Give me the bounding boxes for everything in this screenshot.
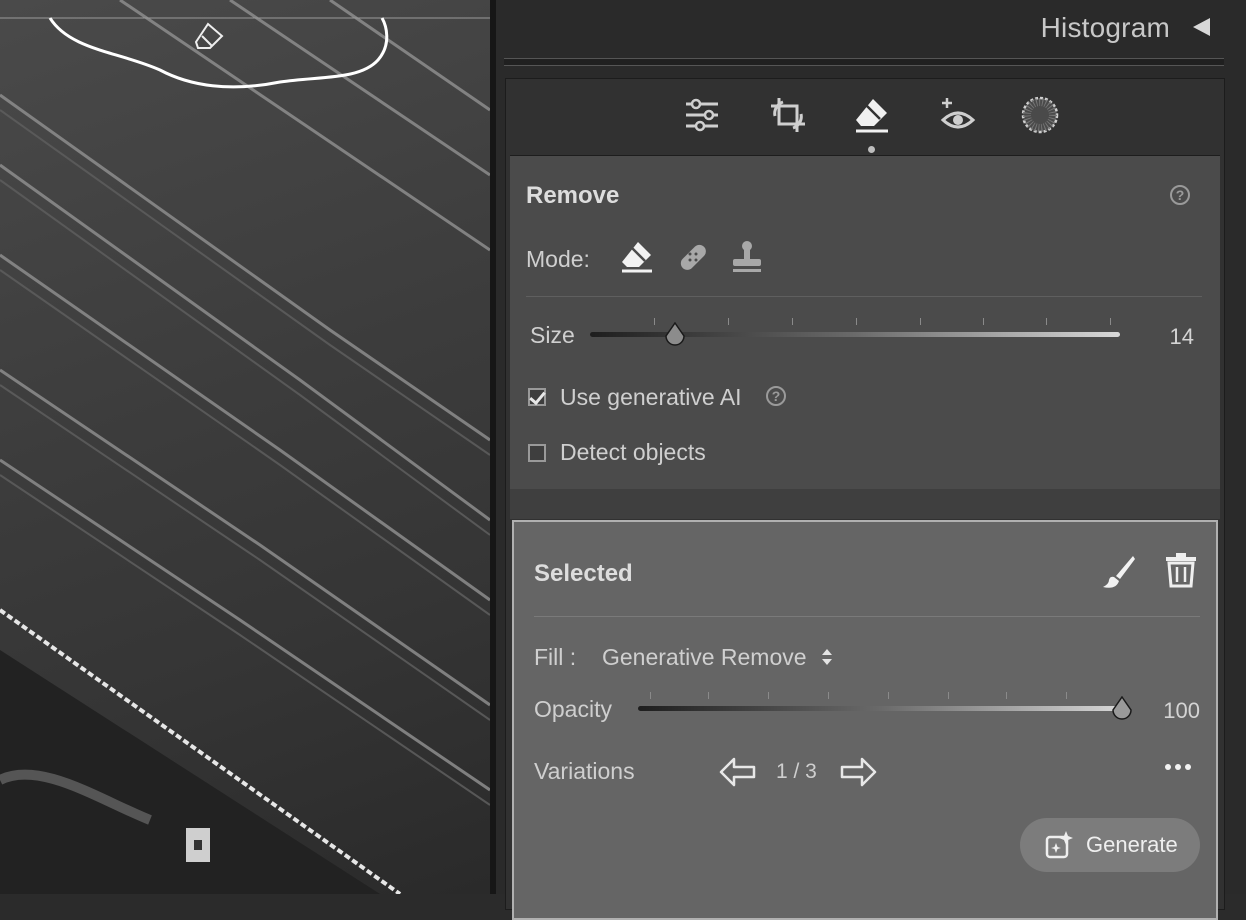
generate-button[interactable]: Generate [1020,818,1200,872]
photo-image [0,0,490,894]
use-ai-label[interactable]: Use generative AI [560,384,742,411]
generate-label: Generate [1086,832,1178,857]
opacity-slider-thumb[interactable] [1111,696,1133,720]
edit-sliders-icon[interactable] [682,95,722,135]
detect-objects-checkbox[interactable] [528,444,546,462]
trash-icon[interactable] [1164,552,1198,588]
active-tool-indicator [868,146,875,153]
divider [534,616,1200,617]
crop-icon[interactable] [768,95,808,135]
remove-section: Remove ? Mode: Size 14 Use generative AI… [510,155,1220,490]
updown-chevron-icon [821,649,832,665]
masking-icon[interactable] [1020,95,1060,135]
opacity-slider-track[interactable] [638,706,1124,711]
arrow-right-icon[interactable] [838,756,878,788]
tools-container: Remove ? Mode: Size 14 Use generative AI… [505,78,1225,920]
use-ai-checkbox[interactable] [528,388,546,406]
variations-counter: 1 / 3 [776,760,817,783]
size-slider-thumb[interactable] [664,322,686,346]
size-slider[interactable] [590,314,1122,350]
use-ai-help-icon[interactable]: ? [766,386,786,406]
size-value[interactable]: 14 [1130,324,1194,350]
histogram-header[interactable]: Histogram [496,0,1236,56]
sparkle-generate-icon [1045,831,1073,859]
selected-section: Selected Fill : Generative Remove Opacit… [512,520,1218,920]
tool-strip [506,79,1224,153]
eraser-pin-icon[interactable] [194,22,224,49]
fill-value: Generative Remove [602,643,807,670]
variations-label: Variations [534,758,635,784]
mode-label: Mode: [526,246,590,272]
remove-title: Remove [526,182,620,209]
size-label: Size [530,322,575,348]
remove-eraser-icon[interactable] [852,95,892,135]
selected-title: Selected [534,560,633,587]
divider [526,296,1202,297]
heal-bandage-icon[interactable] [676,240,710,274]
section-separator [510,489,1220,519]
develop-panel: Histogram Remove ? Mode: Size 14 Use gen… [496,0,1246,920]
remove-mode-eraser-icon[interactable] [620,240,654,274]
collapse-triangle-icon[interactable] [1193,18,1210,36]
clone-stamp-icon[interactable] [730,240,764,274]
histogram-title: Histogram [1040,12,1170,43]
arrow-left-icon[interactable] [718,756,758,788]
more-options-icon[interactable] [1164,762,1192,772]
fill-label: Fill : [534,644,577,670]
histogram-collapsed-bar [504,58,1224,66]
detect-objects-label[interactable]: Detect objects [560,439,706,466]
opacity-label: Opacity [534,696,612,722]
selection-outline[interactable] [48,17,389,89]
photo-canvas[interactable] [0,0,490,894]
help-icon[interactable]: ? [1170,185,1190,205]
fill-dropdown[interactable]: Generative Remove [602,642,833,672]
brush-icon[interactable] [1100,554,1136,590]
red-eye-icon[interactable] [938,95,978,135]
opacity-slider[interactable] [638,690,1132,726]
opacity-value[interactable]: 100 [1134,698,1200,724]
